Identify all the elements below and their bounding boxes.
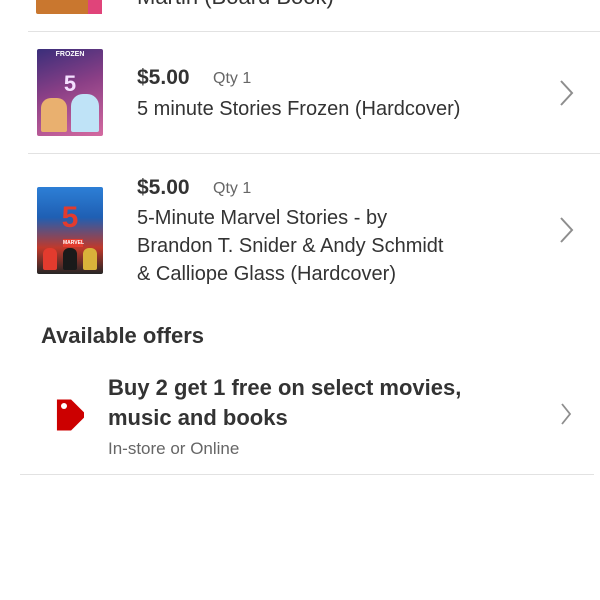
cart-item[interactable]: FROZEN 5 $5.00 Qty 1 5 minute Stories Fr…: [0, 32, 600, 153]
chevron-right-icon[interactable]: [560, 402, 572, 426]
product-price: $5.00: [137, 66, 190, 89]
product-price: $5.00: [137, 176, 190, 199]
cart-item[interactable]: 5 MARVEL $5.00 Qty 1 5-Minute Marvel Sto…: [0, 154, 600, 304]
tag-icon: [44, 395, 87, 435]
offer-subtitle: In-store or Online: [108, 439, 240, 458]
chevron-right-icon[interactable]: [558, 216, 574, 244]
chevron-right-icon[interactable]: [558, 79, 574, 107]
section-title: Available offers: [41, 323, 205, 348]
product-thumbnail: 5 MARVEL: [37, 187, 103, 274]
offer-item[interactable]: Buy 2 get 1 free on select movies, music…: [0, 370, 600, 470]
product-quantity: Qty 1: [213, 70, 252, 87]
divider: [20, 474, 594, 475]
product-title: 5 minute Stories Frozen (Hardcover): [137, 98, 461, 120]
product-quantity: Qty 1: [213, 180, 252, 197]
cart-item[interactable]: Martin (Board Book): [0, 0, 600, 31]
offer-title: Buy 2 get 1 free on select movies, music…: [108, 375, 462, 430]
product-thumbnail: [36, 0, 102, 14]
product-title: Martin (Board Book): [137, 0, 334, 10]
product-thumbnail: FROZEN 5: [37, 49, 103, 136]
product-title: 5-Minute Marvel Stories - by Brandon T. …: [137, 207, 444, 285]
